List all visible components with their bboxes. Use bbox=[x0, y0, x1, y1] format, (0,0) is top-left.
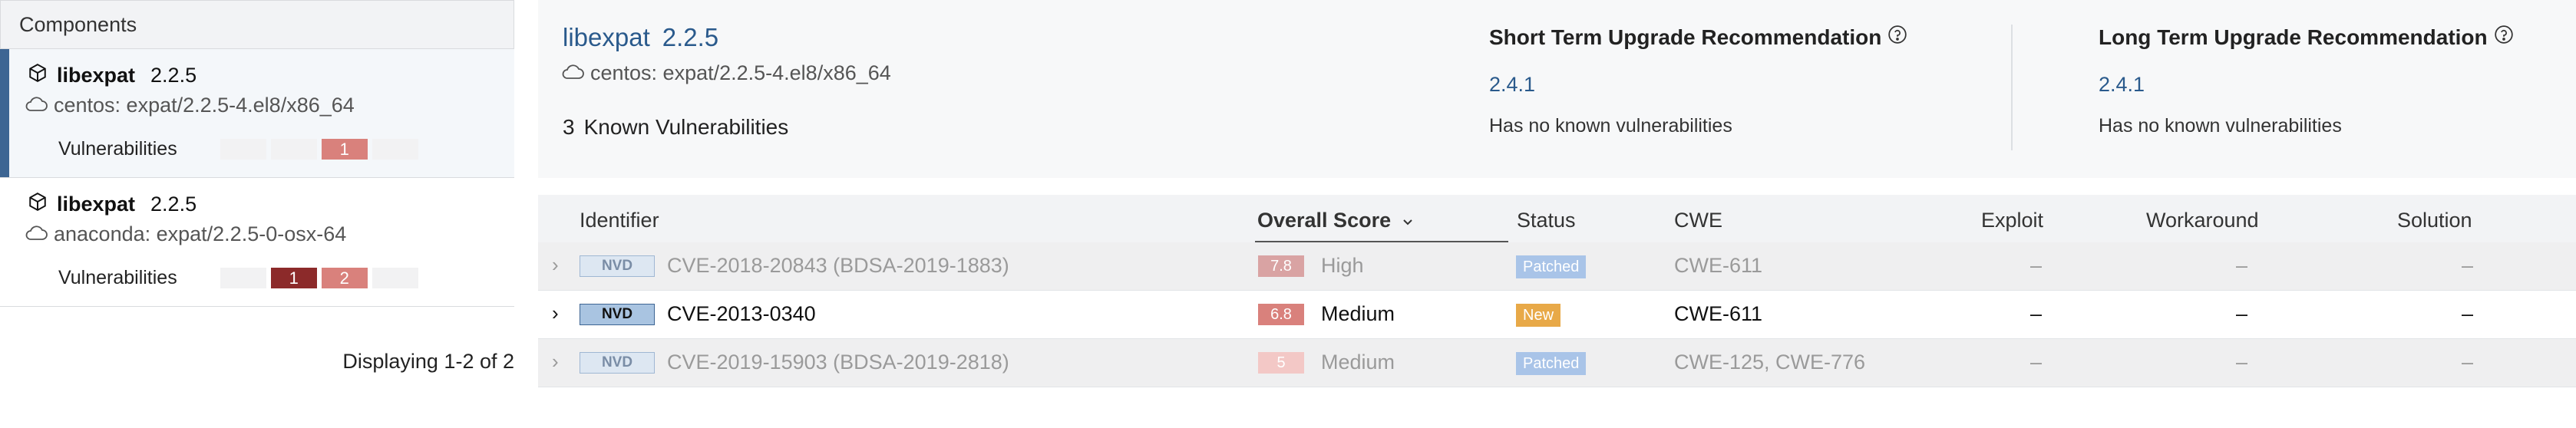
known-vulnerabilities-count: 3 bbox=[563, 115, 575, 139]
chevron-right-icon[interactable]: › bbox=[552, 350, 559, 374]
column-exploit[interactable]: Exploit bbox=[1981, 209, 2043, 232]
component-name: libexpat bbox=[57, 192, 136, 216]
component-origin: centos: expat/2.2.5-4.el8/x86_64 bbox=[54, 93, 355, 117]
status-badge: New bbox=[1516, 304, 1561, 327]
component-version: 2.2.5 bbox=[150, 63, 197, 87]
source-badge: NVD bbox=[580, 255, 655, 277]
chevron-right-icon[interactable]: › bbox=[552, 253, 559, 277]
solution-value: – bbox=[2462, 254, 2474, 277]
severity-count-high: 1 bbox=[270, 268, 317, 288]
vulnerability-counts: 1 bbox=[220, 139, 418, 160]
package-icon bbox=[28, 192, 48, 217]
divider bbox=[2011, 25, 2013, 150]
vulnerability-counts: 1 2 bbox=[220, 268, 418, 288]
short-term-note: Has no known vulnerabilities bbox=[1489, 115, 1732, 137]
workaround-value: – bbox=[2236, 302, 2248, 325]
known-vulnerabilities: 3 Known Vulnerabilities bbox=[563, 115, 788, 140]
summary-name[interactable]: libexpat bbox=[563, 23, 650, 51]
solution-value: – bbox=[2462, 351, 2474, 374]
workaround-value: – bbox=[2236, 351, 2248, 374]
chevron-down-icon bbox=[1402, 209, 1414, 232]
cwe-value: CWE-611 bbox=[1674, 302, 1763, 325]
help-icon[interactable] bbox=[2494, 25, 2514, 50]
severity-count-low bbox=[372, 139, 418, 160]
score-badge: 6.8 bbox=[1258, 304, 1304, 325]
exploit-value: – bbox=[2030, 351, 2043, 374]
short-term-version-link[interactable]: 2.4.1 bbox=[1489, 73, 1907, 97]
score-badge: 5 bbox=[1258, 352, 1304, 374]
known-vulnerabilities-label: Known Vulnerabilities bbox=[583, 115, 789, 139]
column-overall-score[interactable]: Overall Score bbox=[1257, 209, 1414, 232]
vulnerabilities-label: Vulnerabilities bbox=[58, 138, 177, 160]
severity-count-critical bbox=[220, 268, 266, 288]
summary-origin: centos: expat/2.2.5-4.el8/x86_64 bbox=[590, 61, 891, 84]
column-cwe[interactable]: CWE bbox=[1674, 209, 1722, 232]
component-version: 2.2.5 bbox=[150, 192, 197, 216]
severity-label: Medium bbox=[1321, 302, 1395, 325]
vulnerabilities-table: Identifier Overall Score Status CWE Expl… bbox=[538, 195, 2576, 387]
exploit-value: – bbox=[2030, 254, 2043, 277]
short-term-title: Short Term Upgrade Recommendation bbox=[1489, 25, 1882, 49]
component-summary: libexpat 2.2.5 centos: expat/2.2.5-4.el8/… bbox=[538, 0, 2576, 178]
table-row[interactable]: › NVD CVE-2019-15903 (BDSA-2019-2818) 5 … bbox=[538, 339, 2576, 387]
table-header: Identifier Overall Score Status CWE Expl… bbox=[538, 195, 2576, 242]
component-item[interactable]: libexpat 2.2.5 anaconda: expat/2.2.5-0-o… bbox=[0, 178, 514, 307]
score-badge: 7.8 bbox=[1258, 255, 1304, 277]
long-term-version-link[interactable]: 2.4.1 bbox=[2099, 73, 2514, 97]
summary-title[interactable]: libexpat 2.2.5 bbox=[563, 23, 718, 52]
component-item[interactable]: libexpat 2.2.5 centos: expat/2.2.5-4.el8… bbox=[0, 49, 514, 178]
source-badge: NVD bbox=[580, 304, 655, 325]
status-badge: Patched bbox=[1516, 255, 1587, 278]
severity-label: Medium bbox=[1321, 351, 1395, 374]
components-panel: Components libexpat 2.2.5 centos: expat/… bbox=[0, 0, 514, 428]
solution-value: – bbox=[2462, 302, 2474, 325]
table-row[interactable]: › NVD CVE-2018-20843 (BDSA-2019-1883) 7.… bbox=[538, 242, 2576, 291]
short-term-recommendation: Short Term Upgrade Recommendation 2.4.1 … bbox=[1489, 25, 1907, 137]
exploit-value: – bbox=[2030, 302, 2043, 325]
column-solution[interactable]: Solution bbox=[2397, 209, 2472, 232]
cloud-icon bbox=[25, 94, 48, 117]
source-badge: NVD bbox=[580, 352, 655, 374]
workaround-value: – bbox=[2236, 254, 2248, 277]
severity-count-low bbox=[372, 268, 418, 288]
vulnerability-id[interactable]: CVE-2018-20843 (BDSA-2019-1883) bbox=[667, 254, 1009, 278]
severity-count-high bbox=[270, 139, 317, 160]
long-term-note: Has no known vulnerabilities bbox=[2099, 115, 2342, 137]
column-overall-score-label: Overall Score bbox=[1257, 209, 1392, 232]
long-term-recommendation: Long Term Upgrade Recommendation 2.4.1 H… bbox=[2099, 25, 2514, 137]
vulnerabilities-label: Vulnerabilities bbox=[58, 267, 177, 288]
summary-version[interactable]: 2.2.5 bbox=[662, 23, 718, 51]
cwe-value: CWE-125, CWE-776 bbox=[1674, 351, 1866, 374]
column-identifier[interactable]: Identifier bbox=[580, 209, 659, 232]
vulnerability-id[interactable]: CVE-2019-15903 (BDSA-2019-2818) bbox=[667, 351, 1009, 374]
component-origin: anaconda: expat/2.2.5-0-osx-64 bbox=[54, 222, 347, 245]
pagination-text: Displaying 1-2 of 2 bbox=[342, 350, 514, 373]
severity-count-medium: 2 bbox=[321, 268, 368, 288]
severity-count-critical bbox=[220, 139, 266, 160]
chevron-right-icon[interactable]: › bbox=[552, 301, 559, 325]
vulnerability-id[interactable]: CVE-2013-0340 bbox=[667, 302, 816, 326]
component-name: libexpat bbox=[57, 63, 136, 87]
package-icon bbox=[28, 63, 48, 88]
table-row[interactable]: › NVD CVE-2013-0340 6.8 Medium New CWE-6… bbox=[538, 291, 2576, 339]
cloud-icon bbox=[25, 222, 48, 246]
help-icon[interactable] bbox=[1887, 25, 1907, 50]
severity-label: High bbox=[1321, 254, 1364, 277]
status-badge: Patched bbox=[1516, 352, 1587, 375]
column-status[interactable]: Status bbox=[1517, 209, 1576, 232]
column-workaround[interactable]: Workaround bbox=[2146, 209, 2259, 232]
cloud-icon bbox=[561, 61, 584, 85]
cwe-value: CWE-611 bbox=[1674, 254, 1763, 277]
components-header: Components bbox=[0, 0, 514, 49]
severity-count-medium: 1 bbox=[321, 139, 368, 160]
long-term-title: Long Term Upgrade Recommendation bbox=[2099, 25, 2488, 49]
